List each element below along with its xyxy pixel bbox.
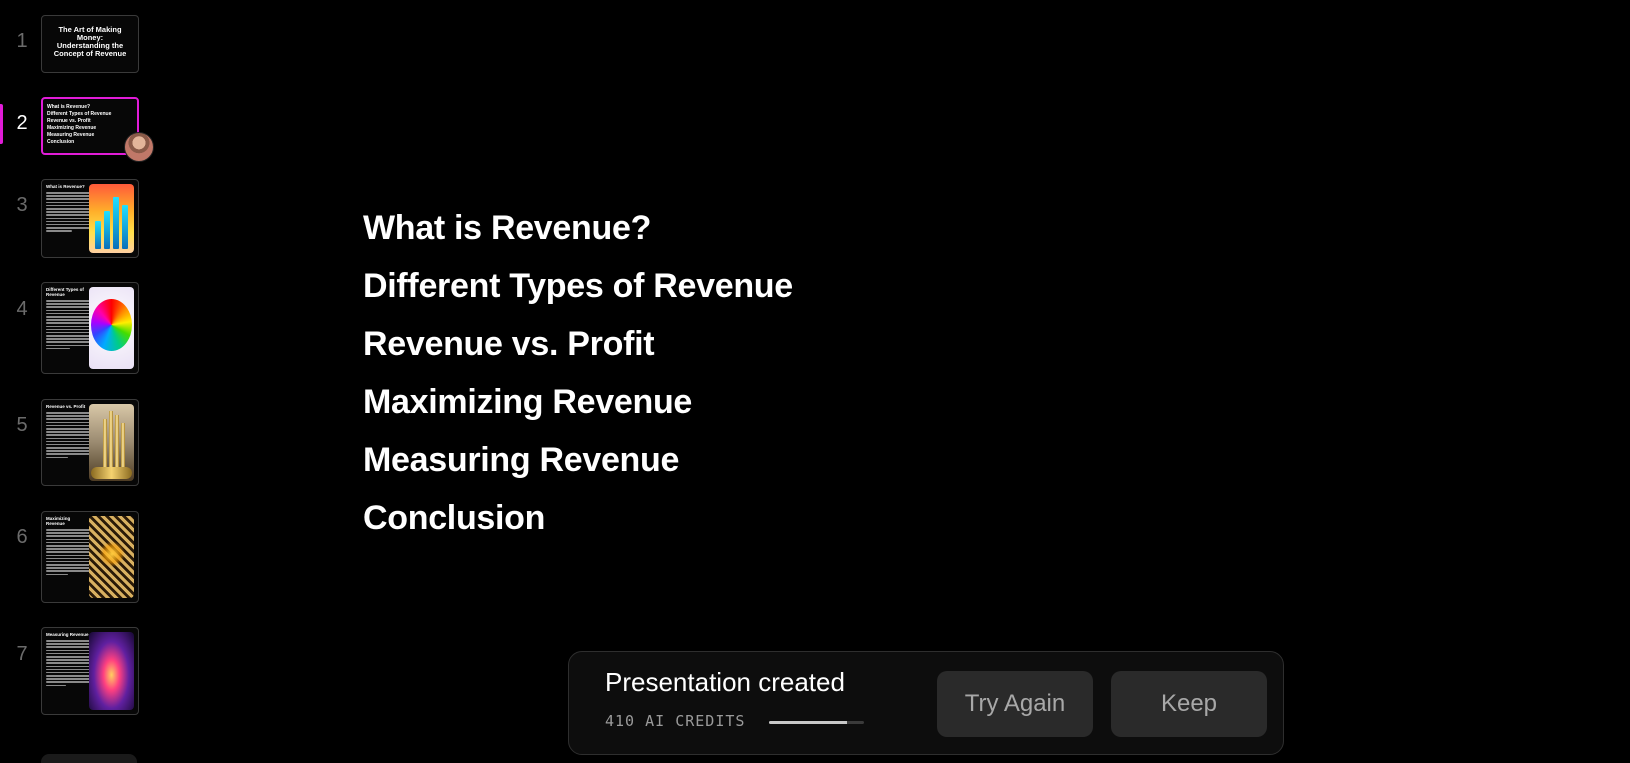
slide-thumbnail[interactable]: Measuring Revenue [41,627,139,715]
thumbnail-agenda-item: Conclusion [47,139,75,145]
slide-thumbnail[interactable]: Maximizing Revenue [41,511,139,603]
slide-number: 2 [16,112,28,134]
thumbnail-title: Measuring Revenue [46,632,89,637]
slide-number: 7 [16,643,28,665]
thumbnail-agenda-item: Revenue vs. Profit [47,118,91,124]
keep-button[interactable]: Keep [1111,671,1267,737]
slide-thumbnail[interactable]: The Art of Making Money: Understanding t… [41,15,139,73]
toast-title: Presentation created [605,667,845,697]
thumbnail-text: Measuring Revenue [46,632,90,710]
slide-number: 1 [16,30,28,52]
slide-number: 3 [16,194,28,216]
thumbnail-agenda-item: Different Types of Revenue [47,111,112,117]
thumbnail-agenda-item: Measuring Revenue [47,132,95,138]
agenda-item[interactable]: Revenue vs. Profit [363,320,793,378]
slide-thumbnail[interactable] [41,754,137,763]
thumbnail-title: The Art of Making Money: Understanding t… [53,25,127,58]
slide-number: 5 [16,414,28,436]
thumbnail-text: What is Revenue? [46,184,90,253]
slide-thumbnail[interactable]: Different Types of Revenue [41,282,139,374]
thumbnail-text: Maximizing Revenue [46,516,90,598]
light-rays-image [89,632,134,710]
bar-chart-image [89,184,134,253]
agenda-item[interactable]: Measuring Revenue [363,436,793,494]
slide-agenda: What is Revenue? Different Types of Reve… [363,204,793,552]
active-slide-indicator [0,104,3,144]
presentation-created-toast: Presentation created 410 AI CREDITS Try … [568,651,1284,755]
thumbnail-agenda-item: What is Revenue? [47,104,91,110]
agenda-item[interactable]: Conclusion [363,494,793,552]
slide-number: 6 [16,526,28,548]
ai-credits-progress-fill [769,721,847,724]
thumbnail-title: Maximizing Revenue [46,516,71,526]
thumbnail-agenda-item: Maximizing Revenue [47,125,97,131]
thumbnail-agenda: What is Revenue? Different Types of Reve… [47,104,111,146]
color-wheel-image [89,287,134,369]
ai-credits-progress [769,721,864,724]
thumbnail-text: Revenue vs. Profit [46,404,90,481]
presentation-editor: 1 The Art of Making Money: Understanding… [0,0,1630,763]
thumbnail-title: What is Revenue? [46,184,85,189]
golden-maze-image [89,516,134,598]
slide-thumbnail[interactable]: What is Revenue? [41,179,139,258]
slide-sidebar: 1 The Art of Making Money: Understanding… [0,0,170,763]
agenda-item[interactable]: What is Revenue? [363,204,793,262]
thumbnail-title: Different Types of Revenue [46,287,84,297]
thumbnail-title: Revenue vs. Profit [46,404,86,409]
agenda-item[interactable]: Different Types of Revenue [363,262,793,320]
slide-number: 4 [16,298,28,320]
slide-thumbnail[interactable]: Revenue vs. Profit [41,399,139,486]
try-again-button[interactable]: Try Again [937,671,1093,737]
thumbnail-text: Different Types of Revenue [46,287,90,369]
ai-credits-label: 410 AI CREDITS [605,712,746,730]
agenda-item[interactable]: Maximizing Revenue [363,378,793,436]
gold-columns-image [89,404,134,481]
collaborator-avatar[interactable] [124,132,154,162]
